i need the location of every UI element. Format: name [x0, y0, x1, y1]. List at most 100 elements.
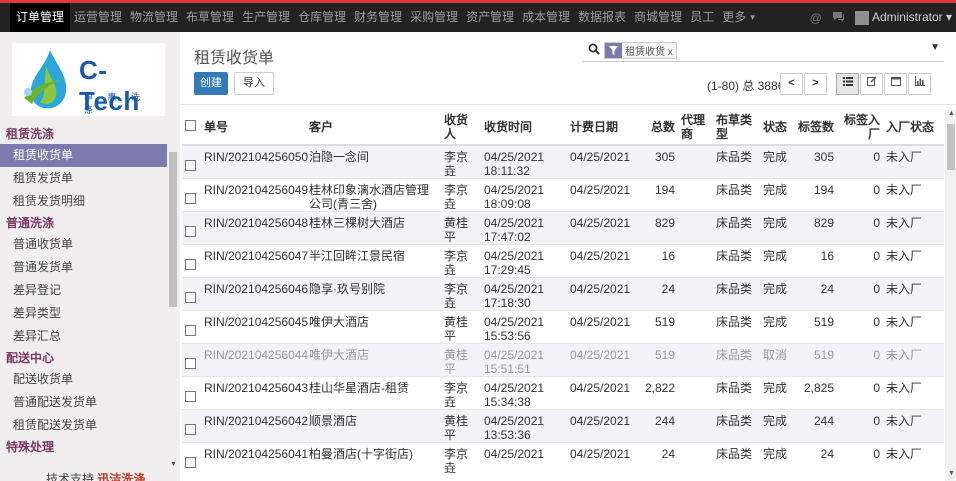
sidebar-group-title[interactable]: 特殊处理: [0, 437, 167, 457]
row-checkbox[interactable]: [182, 442, 201, 475]
sidebar-group-title[interactable]: 普通洗涤: [0, 213, 167, 233]
sidebar-item[interactable]: 租赁发货单: [0, 167, 167, 190]
import-button[interactable]: 导入: [234, 72, 274, 95]
search-bar[interactable]: 租赁收货 x ▼: [582, 40, 944, 62]
topnav-item[interactable]: 数据报表: [574, 3, 630, 32]
graph-view-icon[interactable]: [908, 73, 931, 95]
search-dropdown-icon[interactable]: ▼: [930, 42, 940, 53]
more-caret-icon[interactable]: ▾: [750, 3, 759, 32]
topnav-item[interactable]: 成本管理: [518, 3, 574, 32]
row-checkbox[interactable]: [182, 409, 201, 443]
sidebar-item[interactable]: 配送收货单: [0, 368, 167, 391]
pager-next-button[interactable]: >: [804, 73, 827, 95]
column-header[interactable]: 标签入厂: [837, 110, 883, 146]
column-header[interactable]: 收货时间: [481, 110, 567, 146]
column-header[interactable]: 计费日期: [567, 110, 630, 146]
table-row[interactable]: RIN/202104256050 泊隐一念间 李京垚 04/25/2021 18:11:…: [182, 144, 944, 179]
sidebar-item[interactable]: 租赁发货明细: [0, 190, 167, 213]
checkbox[interactable]: [185, 160, 196, 171]
topnav-item[interactable]: 物流管理: [126, 3, 182, 32]
row-checkbox[interactable]: [182, 211, 201, 245]
sidebar-scroll-thumb[interactable]: [169, 152, 177, 307]
checkbox[interactable]: [185, 325, 196, 336]
checkbox[interactable]: [185, 424, 196, 435]
table-row[interactable]: RIN/202104256048 桂林三棵树大酒店 黄桂平 04/25/2021 17:…: [182, 211, 944, 245]
row-checkbox[interactable]: [182, 343, 201, 377]
search-facet[interactable]: 租赁收货 x: [604, 42, 677, 59]
checkbox[interactable]: [185, 259, 196, 270]
create-button[interactable]: 创建: [194, 72, 228, 95]
company-logo[interactable]: C-Tech 卓 惠 洗 涤: [12, 43, 165, 116]
column-header[interactable]: 标签数: [795, 110, 837, 146]
topnav-item[interactable]: 商城管理: [630, 3, 686, 32]
column-header[interactable]: 总数: [630, 110, 678, 146]
column-header[interactable]: 收货人: [441, 110, 481, 146]
receive-date: 04/25/2021: [484, 183, 545, 197]
sidebar-group-title[interactable]: 租赁洗涤: [0, 124, 167, 144]
row-checkbox[interactable]: [182, 244, 201, 278]
table-scrollbar[interactable]: ▲ ▼: [945, 110, 956, 481]
facet-label[interactable]: 租赁收货 x: [622, 43, 676, 58]
form-view-icon[interactable]: [860, 73, 883, 95]
column-header[interactable]: 状态: [760, 110, 795, 146]
sidebar-item[interactable]: 普通发货单: [0, 256, 167, 279]
table-scroll-thumb[interactable]: [947, 124, 955, 170]
topnav-item[interactable]: 员工: [686, 3, 718, 32]
sidebar-item[interactable]: 租赁配送发货单: [0, 414, 167, 437]
sidebar-item[interactable]: 差异登记: [0, 279, 167, 302]
user-menu[interactable]: Administrator ▾: [854, 10, 952, 25]
table-row[interactable]: RIN/202104256049 桂林印象漓水酒店管理公司(青三舍) 李京垚 04/2…: [182, 178, 944, 212]
row-checkbox[interactable]: [182, 178, 201, 212]
select-all-checkbox[interactable]: [182, 110, 201, 146]
row-checkbox[interactable]: [182, 376, 201, 410]
sidebar-item[interactable]: 普通配送发货单: [0, 391, 167, 414]
sidebar-scrollbar[interactable]: ▼: [168, 152, 178, 472]
row-checkbox[interactable]: [182, 144, 201, 179]
calendar-view-icon[interactable]: [884, 73, 907, 95]
topnav-item[interactable]: 订单管理: [10, 3, 71, 32]
list-view-icon[interactable]: [836, 73, 859, 95]
checkbox[interactable]: [185, 193, 196, 204]
sidebar-group-title[interactable]: 配送中心: [0, 348, 167, 368]
column-header[interactable]: 单号: [201, 110, 306, 146]
topnav-item[interactable]: 财务管理: [350, 3, 406, 32]
pager-info[interactable]: (1-80) 总 3886: [707, 77, 784, 94]
cell-in-status: 未入厂: [883, 211, 944, 245]
scroll-down-arrow-icon[interactable]: ▼: [948, 470, 955, 477]
topnav-item[interactable]: 仓库管理: [294, 3, 350, 32]
checkbox[interactable]: [185, 292, 196, 303]
table-row[interactable]: RIN/202104256043 桂山华星酒店-租赁 李京垚 04/25/2021 15…: [182, 376, 944, 410]
table-row[interactable]: RIN/202104256046 隐享·玖号别院 李京垚 04/25/2021 17:1…: [182, 277, 944, 311]
column-header[interactable]: 代理商: [678, 110, 713, 146]
column-header[interactable]: 入厂状态: [883, 110, 944, 146]
table-row[interactable]: RIN/202104256041 柏曼酒店(十字街店) 李京垚 04/25/2021 0…: [182, 442, 944, 475]
sidebar-item[interactable]: 差异汇总: [0, 325, 167, 348]
topnav-item[interactable]: 运营管理: [70, 3, 126, 32]
scroll-down-arrow-icon[interactable]: ▼: [170, 461, 177, 468]
column-header[interactable]: 客户: [306, 110, 441, 146]
checkbox[interactable]: [185, 391, 196, 402]
topnav-item[interactable]: 生产管理: [238, 3, 294, 32]
checkbox[interactable]: [185, 457, 196, 468]
topnav-item[interactable]: 采购管理: [406, 3, 462, 32]
table-row[interactable]: RIN/202104256044 唯伊大酒店 黄桂平 04/25/2021 15:51:…: [182, 343, 944, 377]
topnav-item[interactable]: 更多: [718, 3, 750, 32]
scroll-up-arrow-icon[interactable]: ▲: [948, 110, 955, 117]
sidebar-item[interactable]: 普通收货单: [0, 233, 167, 256]
row-checkbox[interactable]: [182, 277, 201, 311]
pager-prev-button[interactable]: <: [780, 73, 803, 95]
chat-icon[interactable]: [832, 11, 845, 25]
table-row[interactable]: RIN/202104256045 唯伊大酒店 黄桂平 04/25/2021 15:53:…: [182, 310, 944, 344]
checkbox[interactable]: [185, 226, 196, 237]
checkbox[interactable]: [185, 358, 196, 369]
row-checkbox[interactable]: [182, 310, 201, 344]
column-header[interactable]: 布草类型: [713, 110, 760, 146]
sidebar-item[interactable]: 租赁收货单: [0, 144, 167, 167]
support-brand[interactable]: 迅洁洗涤: [97, 472, 145, 481]
table-row[interactable]: RIN/202104256042 顺景酒店 黄桂平 04/25/2021 13:53:3…: [182, 409, 944, 443]
table-row[interactable]: RIN/202104256047 半江回眸江景民宿 李京垚 04/25/2021 17:…: [182, 244, 944, 278]
topnav-item[interactable]: 布草管理: [182, 3, 238, 32]
topnav-item[interactable]: 资产管理: [462, 3, 518, 32]
at-icon[interactable]: @: [810, 11, 822, 25]
sidebar-item[interactable]: 差异类型: [0, 302, 167, 325]
